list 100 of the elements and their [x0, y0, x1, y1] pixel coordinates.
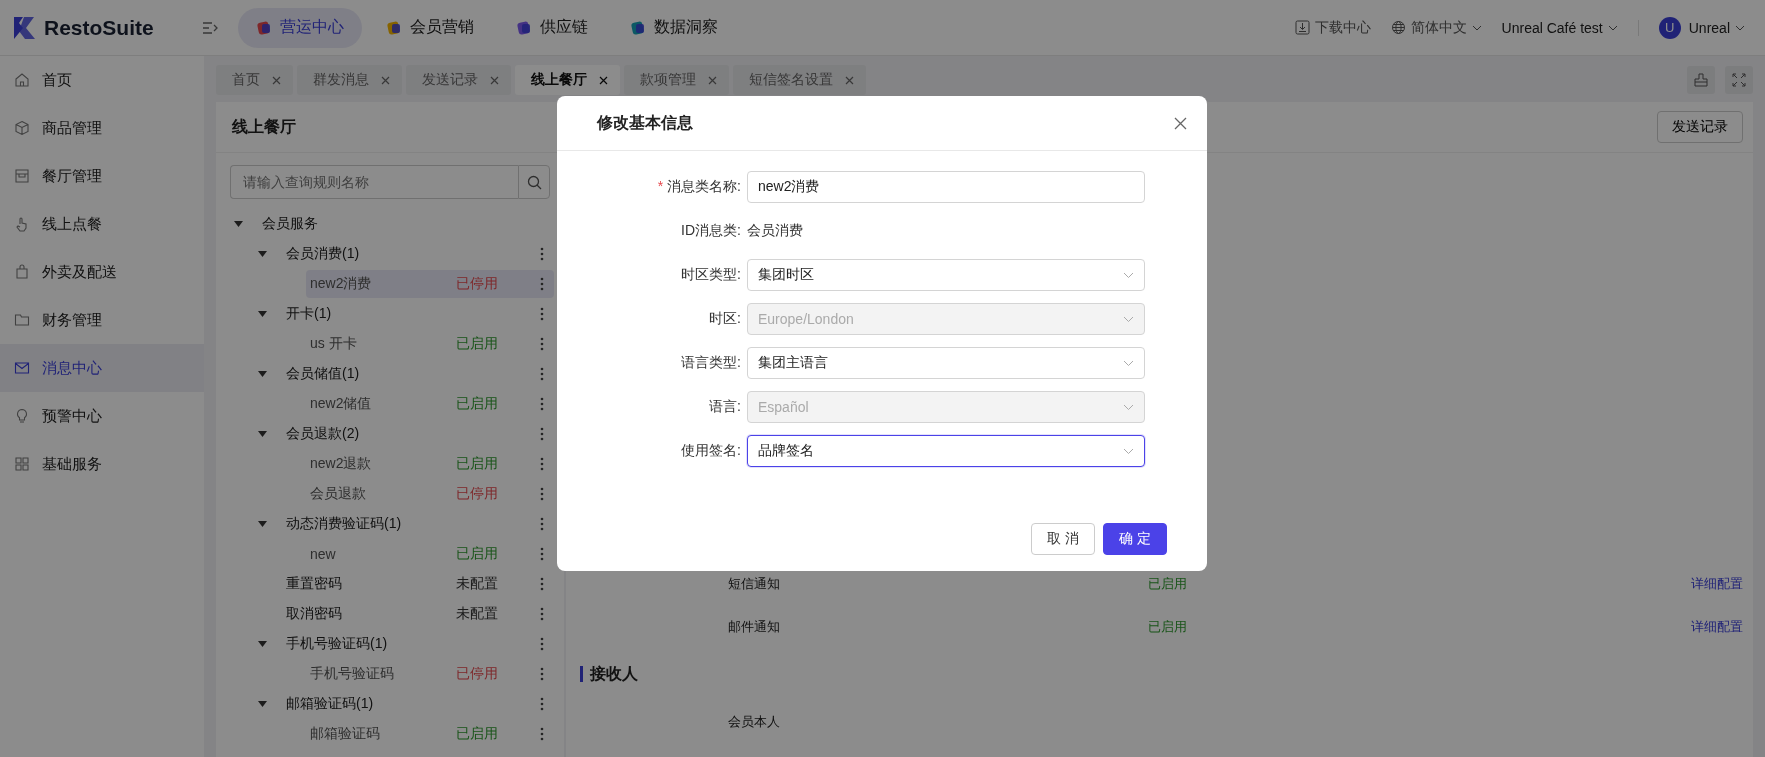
- language-dropdown[interactable]: 简体中文: [1390, 18, 1482, 37]
- close-icon[interactable]: [490, 75, 499, 85]
- sidebar-item[interactable]: 外卖及配送: [0, 248, 204, 296]
- expand-caret-icon[interactable]: [258, 701, 267, 707]
- more-icon[interactable]: [540, 367, 544, 381]
- send-record-button[interactable]: 发送记录: [1657, 111, 1743, 143]
- cancel-button[interactable]: 取 消: [1031, 523, 1095, 555]
- confirm-button[interactable]: 确 定: [1103, 523, 1167, 555]
- tree-group[interactable]: 邮箱验证码(1): [282, 690, 554, 718]
- tree-item[interactable]: new2退款 已启用: [306, 450, 554, 478]
- folder-icon: [14, 312, 30, 328]
- section-title: 接收人: [580, 666, 1743, 682]
- close-icon[interactable]: [599, 75, 608, 85]
- close-icon[interactable]: [845, 75, 854, 85]
- nav-tab[interactable]: 营运中心: [238, 7, 362, 48]
- tree-item[interactable]: new2消费 已停用: [306, 270, 554, 298]
- expand-caret-icon[interactable]: [258, 431, 267, 437]
- page-tab[interactable]: 款项管理: [624, 65, 729, 95]
- tree-item[interactable]: us 开卡 已启用: [306, 330, 554, 358]
- more-icon[interactable]: [540, 667, 544, 681]
- close-icon[interactable]: [708, 75, 717, 85]
- nav-tab[interactable]: 供应链: [498, 7, 606, 48]
- tree-group[interactable]: 手机号验证码(1): [282, 630, 554, 658]
- sidebar-item[interactable]: 预警中心: [0, 392, 204, 440]
- more-icon[interactable]: [540, 397, 544, 411]
- more-icon[interactable]: [540, 457, 544, 471]
- sidebar-item[interactable]: 首页: [0, 56, 204, 104]
- user-menu[interactable]: U Unreal: [1658, 16, 1745, 39]
- tree-group[interactable]: 会员储值(1): [282, 360, 554, 388]
- tree-group[interactable]: 会员消费(1): [282, 240, 554, 268]
- more-icon[interactable]: [540, 307, 544, 321]
- more-icon[interactable]: [540, 727, 544, 741]
- sidebar-item[interactable]: 商品管理: [0, 104, 204, 152]
- tree-item[interactable]: 会员退款 已停用: [306, 480, 554, 508]
- sidebar-item[interactable]: 线上点餐: [0, 200, 204, 248]
- more-icon[interactable]: [540, 427, 544, 441]
- more-icon[interactable]: [540, 577, 544, 591]
- tree-group[interactable]: 动态消费验证码(1): [282, 510, 554, 538]
- fullscreen-icon: [1732, 73, 1746, 87]
- field-label: 消息类名称:: [667, 178, 741, 194]
- tree-item[interactable]: new 已启用: [306, 540, 554, 568]
- more-icon[interactable]: [540, 517, 544, 531]
- page-tab[interactable]: 首页: [216, 65, 293, 95]
- tree-group[interactable]: 开卡(1): [282, 300, 554, 328]
- page-tab[interactable]: 发送记录: [406, 65, 511, 95]
- more-icon[interactable]: [540, 277, 544, 291]
- config-link[interactable]: 详细配置: [1691, 617, 1743, 636]
- more-icon[interactable]: [540, 247, 544, 261]
- tree-item[interactable]: 手机号验证码 已停用: [306, 660, 554, 688]
- more-icon[interactable]: [540, 607, 544, 621]
- expand-caret-icon[interactable]: [258, 641, 267, 647]
- field-label: 时区:: [709, 310, 741, 326]
- tree-item[interactable]: 取消密码 未配置: [282, 600, 554, 628]
- store-icon: [14, 168, 30, 184]
- more-icon[interactable]: [540, 487, 544, 501]
- sidebar-item[interactable]: 基础服务: [0, 440, 204, 488]
- close-icon[interactable]: [272, 75, 281, 85]
- caret-icon: [1471, 24, 1482, 31]
- nav-tab[interactable]: 会员营销: [368, 7, 492, 48]
- nav-tab[interactable]: 数据洞察: [612, 7, 736, 48]
- tree-item[interactable]: 重置密码 未配置: [282, 570, 554, 598]
- search-field[interactable]: 请输入查询规则名称: [230, 165, 518, 199]
- page-tab[interactable]: 线上餐厅: [515, 65, 620, 95]
- more-icon[interactable]: [540, 337, 544, 351]
- name-field[interactable]: new2消费: [747, 171, 1145, 203]
- tree-item[interactable]: new2储值 已启用: [306, 390, 554, 418]
- download-center-link[interactable]: 下载中心: [1294, 18, 1371, 37]
- page-tab[interactable]: 群发消息: [297, 65, 402, 95]
- chevron-down-icon: [1123, 271, 1134, 279]
- mail-icon: [14, 360, 30, 376]
- expand-caret-icon[interactable]: [258, 251, 267, 257]
- sidebar-item[interactable]: 餐厅管理: [0, 152, 204, 200]
- page-tab[interactable]: 短信签名设置: [733, 65, 866, 95]
- sidebar-item[interactable]: 财务管理: [0, 296, 204, 344]
- logo-text: RestoSuite: [44, 15, 154, 40]
- expand-caret-icon[interactable]: [258, 311, 267, 317]
- required-mark: *: [657, 178, 664, 194]
- more-icon[interactable]: [540, 547, 544, 561]
- hand-icon: [14, 216, 30, 232]
- close-icon[interactable]: [381, 75, 390, 85]
- expand-caret-icon[interactable]: [234, 221, 243, 227]
- tree-item[interactable]: 邮箱验证码 已启用: [306, 720, 554, 748]
- channel-name: 短信通知: [728, 574, 781, 593]
- close-icon[interactable]: [1174, 116, 1187, 130]
- expand-caret-icon[interactable]: [258, 371, 267, 377]
- select-field[interactable]: 集团时区: [747, 259, 1145, 291]
- more-icon[interactable]: [540, 637, 544, 651]
- tree-group[interactable]: 会员退款(2): [282, 420, 554, 448]
- config-link[interactable]: 详细配置: [1691, 574, 1743, 593]
- field-label: 时区类型:: [681, 266, 741, 282]
- tree-group[interactable]: 会员服务: [258, 210, 554, 238]
- expand-caret-icon[interactable]: [258, 521, 267, 527]
- avatar: U: [1658, 16, 1681, 39]
- more-icon[interactable]: [540, 697, 544, 711]
- select-field[interactable]: 集团主语言: [747, 347, 1145, 379]
- search-button[interactable]: [518, 165, 550, 199]
- select-field[interactable]: 品牌签名: [747, 435, 1145, 467]
- store-dropdown[interactable]: Unreal Café test: [1501, 19, 1618, 36]
- menu-collapse-icon[interactable]: [202, 21, 218, 34]
- sidebar-item[interactable]: 消息中心: [0, 344, 204, 392]
